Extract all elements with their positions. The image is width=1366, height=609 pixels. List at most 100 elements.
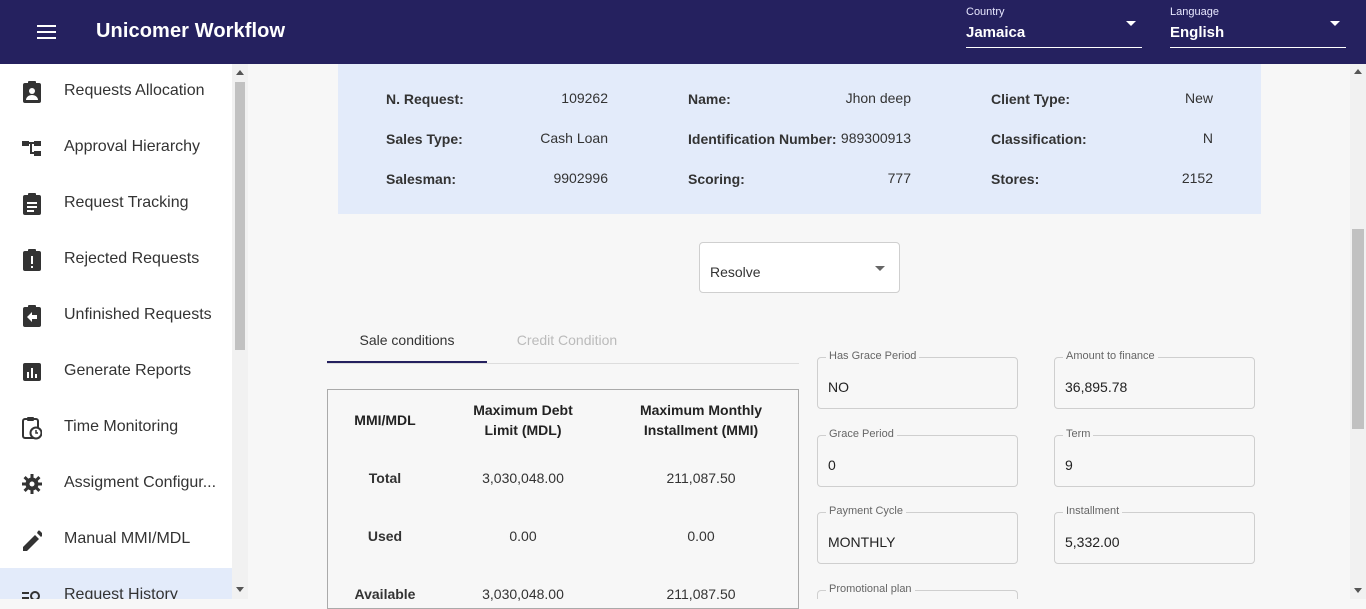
sidebar-item-label: Request Tracking xyxy=(64,194,189,211)
term-field[interactable]: Term 9 xyxy=(1054,428,1255,487)
sidebar-item-request-history[interactable]: Request History xyxy=(0,568,232,599)
scroll-up-arrow-icon[interactable] xyxy=(1354,69,1362,74)
sidebar-item-generate-reports[interactable]: Generate Reports xyxy=(0,344,232,400)
scoring-value: 777 xyxy=(887,170,911,186)
sidebar-item-label: Requests Allocation xyxy=(64,82,205,99)
manage-search-icon xyxy=(22,591,40,599)
amount-to-finance-field[interactable]: Amount to finance 36,895.78 xyxy=(1054,350,1255,409)
mmi-mdl-table: MMI/MDL Maximum Debt Limit (MDL) Maximum… xyxy=(327,389,799,609)
sidebar-item-time-monitoring[interactable]: Time Monitoring xyxy=(0,400,232,456)
table-header-mmi-mdl: MMI/MDL xyxy=(354,412,416,428)
pending-actions-icon xyxy=(22,417,42,440)
sidebar-item-label: Generate Reports xyxy=(64,362,192,379)
identification-value: 989300913 xyxy=(840,130,911,146)
field-value: 5,332.00 xyxy=(1065,534,1120,550)
active-tab-indicator xyxy=(327,361,487,363)
field-value: NO xyxy=(828,379,849,395)
sidebar-item-request-tracking[interactable]: Request Tracking xyxy=(0,176,232,232)
sidebar-scroll-thumb[interactable] xyxy=(235,82,245,350)
sidebar-item-approval-hierarchy[interactable]: Approval Hierarchy xyxy=(0,120,232,176)
country-value: Jamaica xyxy=(966,24,1026,41)
field-value: MONTHLY xyxy=(828,534,896,550)
field-value: 9 xyxy=(1065,457,1073,473)
header-line: Installment (MMI) xyxy=(643,422,759,438)
has-grace-period-field[interactable]: Has Grace Period NO xyxy=(817,350,1018,409)
sidebar-item-label: Unfinished Requests xyxy=(64,306,212,323)
stores-value: 2152 xyxy=(1181,170,1213,186)
app-header: Unicomer Workflow Country Jamaica Langua… xyxy=(0,0,1366,64)
sidebar-item-label: Rejected Requests xyxy=(64,250,200,267)
field-value: 0 xyxy=(828,457,836,473)
row-label-available: Available xyxy=(354,586,416,602)
tab-divider xyxy=(327,363,799,364)
header-line: Maximum Debt xyxy=(473,402,573,418)
sidebar-item-manual-mmi-mdl[interactable]: Manual MMI/MDL xyxy=(0,512,232,568)
sidebar-item-assigment-configuration[interactable]: Assigment Configur... xyxy=(0,456,232,512)
classification-label: Classification: xyxy=(991,131,1087,147)
scroll-down-arrow-icon[interactable] xyxy=(236,587,244,592)
assessment-icon xyxy=(23,363,41,381)
field-label: Term xyxy=(1063,428,1094,440)
table-header-mmi: Maximum Monthly Installment (MMI) xyxy=(621,400,781,440)
cell-used-mdl: 0.00 xyxy=(509,528,537,544)
sidebar-item-unfinished-requests[interactable]: Unfinished Requests xyxy=(0,288,232,344)
language-select[interactable]: Language English xyxy=(1170,4,1346,48)
salesman-label: Salesman: xyxy=(386,171,457,187)
action-select-value: Resolve xyxy=(710,264,761,280)
field-label: Promotional plan xyxy=(826,583,915,595)
installment-field[interactable]: Installment 5,332.00 xyxy=(1054,505,1255,564)
language-value: English xyxy=(1170,24,1225,41)
assignment-icon xyxy=(23,193,41,215)
client-type-label: Client Type: xyxy=(991,91,1071,107)
field-label: Grace Period xyxy=(826,428,897,440)
country-select[interactable]: Country Jamaica xyxy=(966,4,1142,48)
field-label: Amount to finance xyxy=(1063,350,1158,362)
n-request-label: N. Request: xyxy=(386,91,464,107)
edit-icon xyxy=(23,530,42,551)
cell-available-mdl: 3,030,048.00 xyxy=(482,586,564,602)
field-label: Installment xyxy=(1063,505,1123,517)
promotional-plan-field[interactable]: Promotional plan xyxy=(817,583,1018,599)
account-tree-icon xyxy=(22,141,41,156)
n-request-value: 109262 xyxy=(561,90,608,106)
sales-type-label: Sales Type: xyxy=(386,131,463,147)
tab-credit-condition[interactable]: Credit Condition xyxy=(487,324,647,364)
header-line: Maximum Monthly xyxy=(639,402,763,418)
assignment-return-icon xyxy=(23,305,41,327)
assignment-ind-icon xyxy=(23,81,41,103)
salesman-value: 9902996 xyxy=(553,170,608,186)
country-label: Country xyxy=(966,6,1005,18)
sidebar-item-requests-allocation[interactable]: Requests Allocation xyxy=(0,64,232,120)
cell-used-mmi: 0.00 xyxy=(687,528,715,544)
sales-type-value: Cash Loan xyxy=(540,130,608,146)
scroll-down-arrow-icon[interactable] xyxy=(1354,588,1362,593)
chevron-down-icon xyxy=(1330,21,1340,26)
stores-label: Stores: xyxy=(991,171,1040,187)
tab-label: Sale conditions xyxy=(359,332,455,348)
sidebar-item-label: Request History xyxy=(64,586,178,599)
row-label-used: Used xyxy=(367,528,403,544)
action-select[interactable]: Resolve xyxy=(699,242,900,293)
app-title: Unicomer Workflow xyxy=(96,20,286,42)
tab-sale-conditions[interactable]: Sale conditions xyxy=(327,324,487,364)
row-label-total: Total xyxy=(368,470,402,486)
sidebar-item-label: Manual MMI/MDL xyxy=(64,530,191,547)
field-label: Payment Cycle xyxy=(826,505,906,517)
page-scroll-thumb[interactable] xyxy=(1352,229,1364,429)
payment-cycle-field[interactable]: Payment Cycle MONTHLY xyxy=(817,505,1018,564)
sidebar-item-rejected-requests[interactable]: Rejected Requests xyxy=(0,232,232,288)
menu-icon[interactable] xyxy=(36,22,60,42)
scroll-up-arrow-icon[interactable] xyxy=(236,70,244,75)
cell-total-mdl: 3,030,048.00 xyxy=(482,470,564,486)
sidebar-item-label: Assigment Configur... xyxy=(64,474,217,491)
name-label: Name: xyxy=(688,91,731,107)
name-value: Jhon deep xyxy=(845,90,911,106)
assignment-late-icon xyxy=(23,249,41,271)
sidebar-item-label: Time Monitoring xyxy=(64,418,179,435)
grace-period-field[interactable]: Grace Period 0 xyxy=(817,428,1018,487)
classification-value: N xyxy=(1202,130,1213,146)
chevron-down-icon xyxy=(875,266,885,271)
cell-available-mmi: 211,087.50 xyxy=(666,586,736,602)
field-value: 36,895.78 xyxy=(1065,379,1128,395)
settings-icon xyxy=(22,474,42,494)
